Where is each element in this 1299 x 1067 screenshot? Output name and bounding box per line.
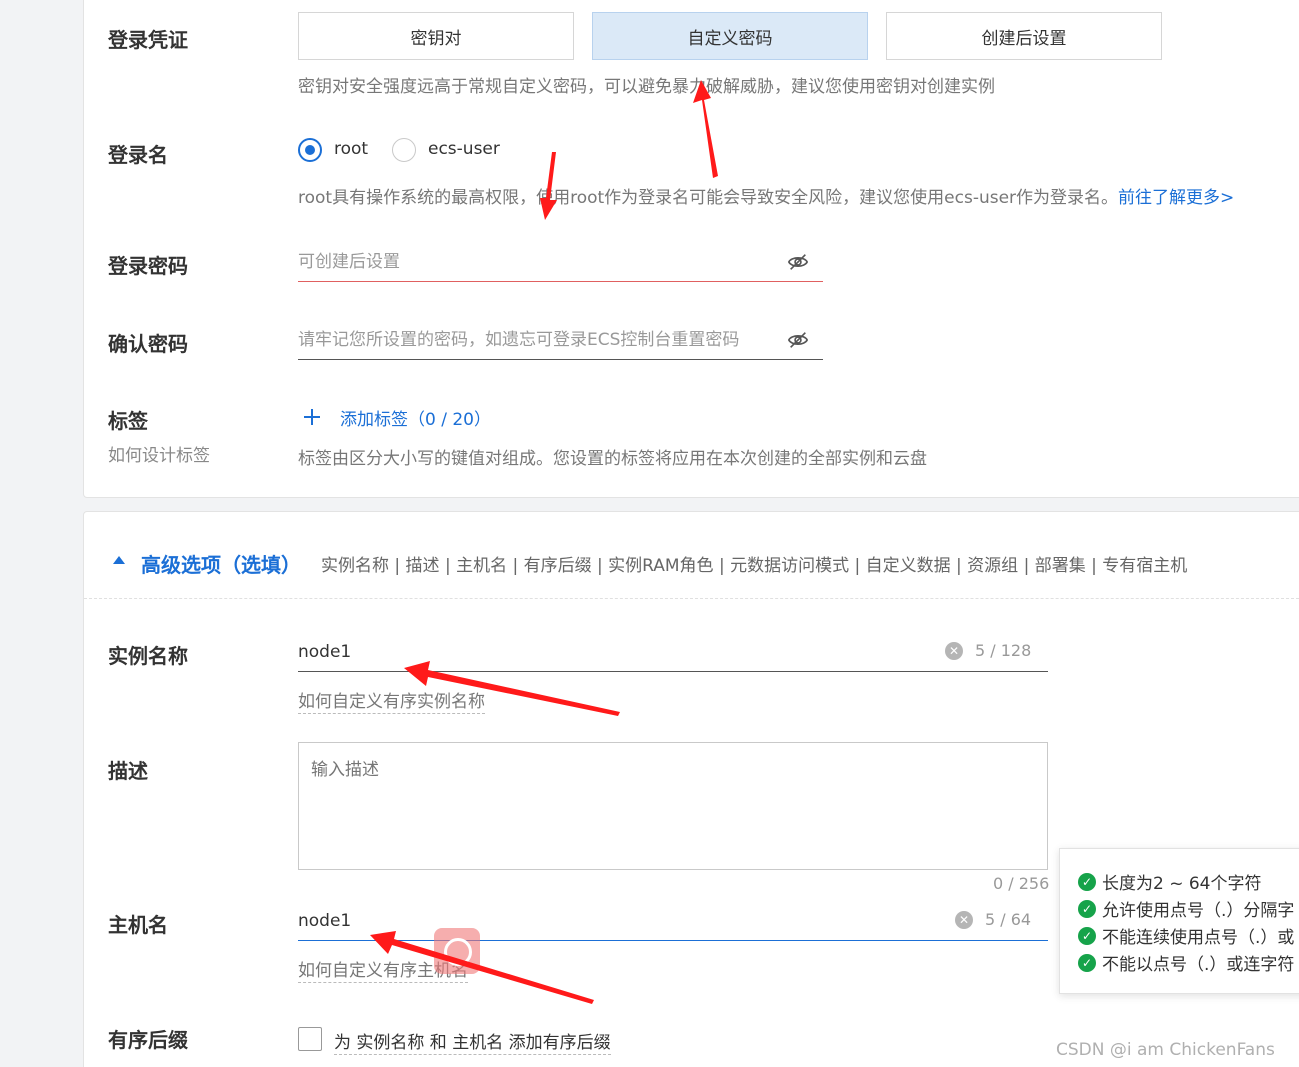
check-circle-icon: ✓ (1078, 926, 1096, 945)
plus-icon[interactable] (300, 405, 324, 429)
keypair-option-button[interactable]: 密钥对 (298, 12, 574, 60)
confirm-password-input[interactable] (298, 320, 823, 359)
check-circle-icon: ✓ (1078, 899, 1096, 918)
floating-search-badge[interactable] (434, 928, 480, 974)
root-radio[interactable] (298, 138, 322, 162)
hostname-label: 主机名 (108, 913, 168, 937)
tags-label: 标签 (108, 409, 148, 433)
ecs-user-radio-label[interactable]: ecs-user (428, 139, 500, 159)
hostname-input[interactable] (298, 901, 918, 940)
advanced-options-toggle[interactable]: 高级选项（选填） (141, 549, 301, 578)
description-counter: 0 / 256 (993, 874, 1050, 893)
ecs-user-radio[interactable] (392, 138, 416, 162)
instance-name-field[interactable] (298, 632, 1048, 672)
confirm-password-field[interactable] (298, 320, 823, 360)
check-circle-icon: ✓ (1078, 953, 1096, 972)
caret-up-icon[interactable] (111, 554, 127, 566)
add-tag-button[interactable]: 添加标签（0 / 20） (340, 405, 491, 430)
learn-more-link[interactable]: 前往了解更多> (1118, 188, 1234, 208)
login-password-label: 登录密码 (108, 254, 188, 278)
description-textarea[interactable] (298, 742, 1048, 870)
set-after-create-option-button[interactable]: 创建后设置 (886, 12, 1162, 60)
rule-text: 长度为2 ~ 64个字符 (1102, 874, 1262, 894)
login-name-help-text: root具有操作系统的最高权限，使用root作为登录名可能会导致安全风险，建议您… (298, 188, 1119, 208)
rule-item: ✓ 不能以点号（.）或连字符 (1078, 950, 1294, 975)
login-password-input[interactable] (298, 242, 823, 281)
ordered-suffix-text[interactable]: 为 实例名称 和 主机名 添加有序后缀 (334, 1028, 611, 1055)
eye-off-icon[interactable] (787, 251, 809, 273)
check-circle-icon: ✓ (1078, 872, 1096, 891)
custom-password-option-button[interactable]: 自定义密码 (592, 12, 868, 60)
rule-item: ✓ 不能连续使用点号（.）或 (1078, 923, 1294, 948)
tags-design-link[interactable]: 如何设计标签 (108, 441, 210, 466)
login-credentials-help: 密钥对安全强度远高于常规自定义密码，可以避免暴力破解威胁，建议您使用密钥对创建实… (298, 77, 995, 97)
login-password-field[interactable] (298, 242, 823, 282)
hostname-counter: 5 / 64 (985, 910, 1032, 929)
ordered-suffix-checkbox-label[interactable]: 为 实例名称 和 主机名 添加有序后缀 (334, 1033, 611, 1055)
ordered-suffix-checkbox[interactable] (298, 1027, 322, 1051)
ordered-suffix-label: 有序后缀 (108, 1028, 188, 1052)
divider (84, 598, 1299, 599)
clear-icon[interactable]: ✕ (955, 911, 973, 929)
clear-icon[interactable]: ✕ (945, 642, 963, 660)
instance-name-help-link[interactable]: 如何自定义有序实例名称 (298, 692, 485, 714)
description-label: 描述 (108, 759, 148, 783)
rule-text: 允许使用点号（.）分隔字 (1102, 901, 1295, 921)
rule-text: 不能连续使用点号（.）或 (1102, 928, 1295, 948)
rule-text: 不能以点号（.）或连字符 (1102, 955, 1295, 975)
rule-item: ✓ 允许使用点号（.）分隔字 (1078, 896, 1294, 921)
login-name-help: root具有操作系统的最高权限，使用root作为登录名可能会导致安全风险，建议您… (298, 183, 1234, 208)
confirm-password-label: 确认密码 (108, 332, 188, 356)
rule-item: ✓ 长度为2 ~ 64个字符 (1078, 869, 1262, 894)
watermark: CSDN @i am ChickenFans (1056, 1040, 1275, 1060)
hostname-field[interactable] (298, 901, 1048, 941)
eye-off-icon[interactable] (787, 329, 809, 351)
hostname-rules-tooltip: ✓ 长度为2 ~ 64个字符 ✓ 允许使用点号（.）分隔字 ✓ 不能连续使用点号（.）… (1059, 848, 1299, 994)
instance-name-input[interactable] (298, 632, 918, 671)
instance-name-help[interactable]: 如何自定义有序实例名称 (298, 687, 485, 714)
tags-help: 标签由区分大小写的键值对组成。您设置的标签将应用在本次创建的全部实例和云盘 (298, 449, 927, 469)
instance-name-label: 实例名称 (108, 644, 188, 668)
advanced-options-summary: 实例名称 | 描述 | 主机名 | 有序后缀 | 实例RAM角色 | 元数据访问… (321, 556, 1188, 576)
root-radio-label[interactable]: root (334, 139, 368, 159)
login-name-label: 登录名 (108, 143, 168, 167)
instance-name-counter: 5 / 128 (975, 641, 1032, 660)
login-credentials-label: 登录凭证 (108, 28, 188, 52)
